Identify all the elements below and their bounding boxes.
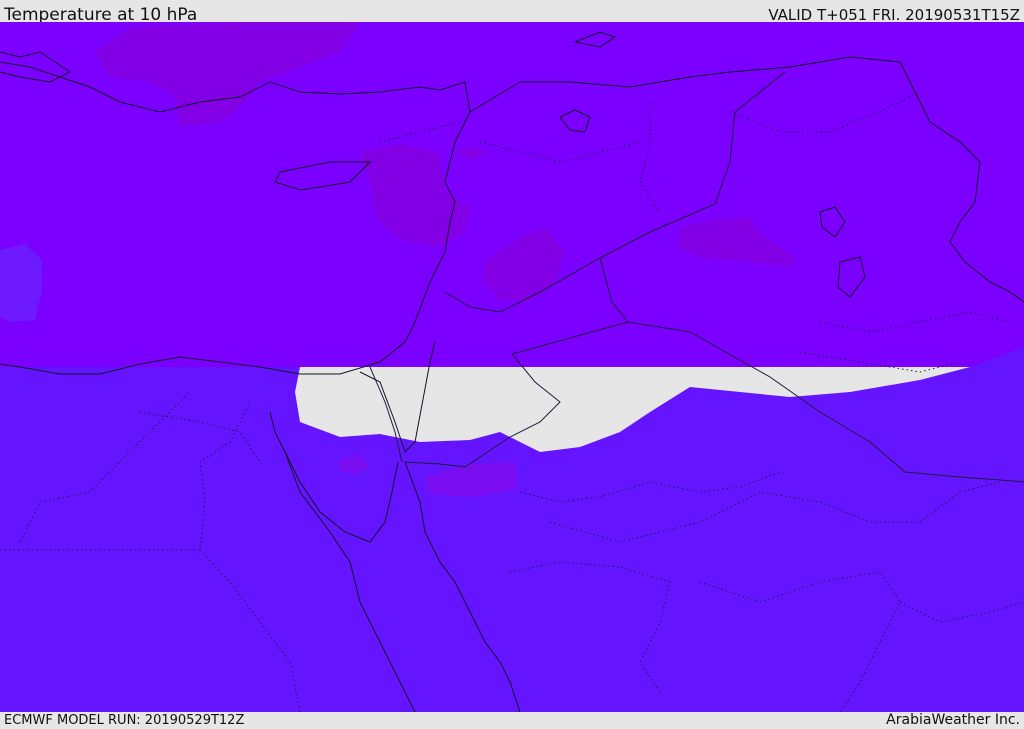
cool-band [0, 347, 1024, 712]
footer-bar: ECMWF MODEL RUN: 20190529T12Z ArabiaWeat… [0, 712, 1024, 729]
model-run: ECMWF MODEL RUN: 20190529T12Z [4, 713, 245, 728]
cool-pocket-west [0, 244, 42, 322]
temperature-map[interactable] [0, 22, 1024, 712]
credit-text: ArabiaWeather Inc. [886, 712, 1020, 728]
header-bar: Temperature at 10 hPa VALID T+051 FRI. 2… [0, 0, 1024, 25]
map-canvas [0, 22, 1024, 712]
